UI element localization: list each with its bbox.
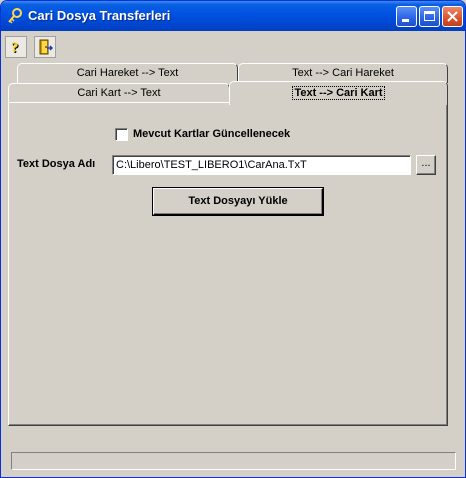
window-title: Cari Dosya Transferleri [28, 8, 171, 23]
file-name-label: Text Dosya Adı [17, 158, 96, 170]
app-window: Cari Dosya Transferleri ? ? Cari Hareket… [0, 0, 466, 478]
minimize-button[interactable] [396, 6, 417, 27]
help-button[interactable]: ? ? [5, 36, 27, 58]
close-button[interactable] [442, 6, 463, 27]
svg-text:?: ? [11, 40, 19, 55]
tab-panel [8, 102, 448, 426]
tab-cari-kart-to-text[interactable]: Cari Kart --> Text [8, 83, 230, 103]
status-bar [11, 452, 456, 470]
help-icon: ? ? [11, 40, 20, 55]
load-text-file-button[interactable]: Text Dosyayı Yükle [152, 187, 324, 216]
tab-label: Cari Hareket --> Text [76, 67, 179, 79]
update-cards-checkbox[interactable] [115, 128, 128, 141]
minimize-icon [402, 19, 409, 22]
browse-button[interactable]: ... [416, 155, 436, 175]
maximize-button[interactable] [419, 6, 440, 27]
tab-text-to-cari-hareket[interactable]: Text --> Cari Hareket [238, 63, 448, 83]
tab-text-to-cari-kart[interactable]: Text --> Cari Kart [229, 81, 448, 105]
tab-label: Text --> Cari Hareket [292, 67, 394, 79]
tab-cari-hareket-to-text[interactable]: Cari Hareket --> Text [17, 63, 238, 83]
key-icon [8, 8, 22, 24]
maximize-icon [424, 11, 435, 21]
tab-label: Text --> Cari Kart [292, 86, 385, 100]
exit-button[interactable] [34, 36, 56, 58]
title-bar[interactable]: Cari Dosya Transferleri [1, 1, 465, 31]
update-cards-label: Mevcut Kartlar Güncellenecek [133, 128, 291, 140]
tab-label: Cari Kart --> Text [77, 87, 161, 99]
exit-door-icon [39, 39, 53, 55]
close-icon [447, 11, 458, 22]
file-path-input[interactable] [112, 155, 411, 175]
